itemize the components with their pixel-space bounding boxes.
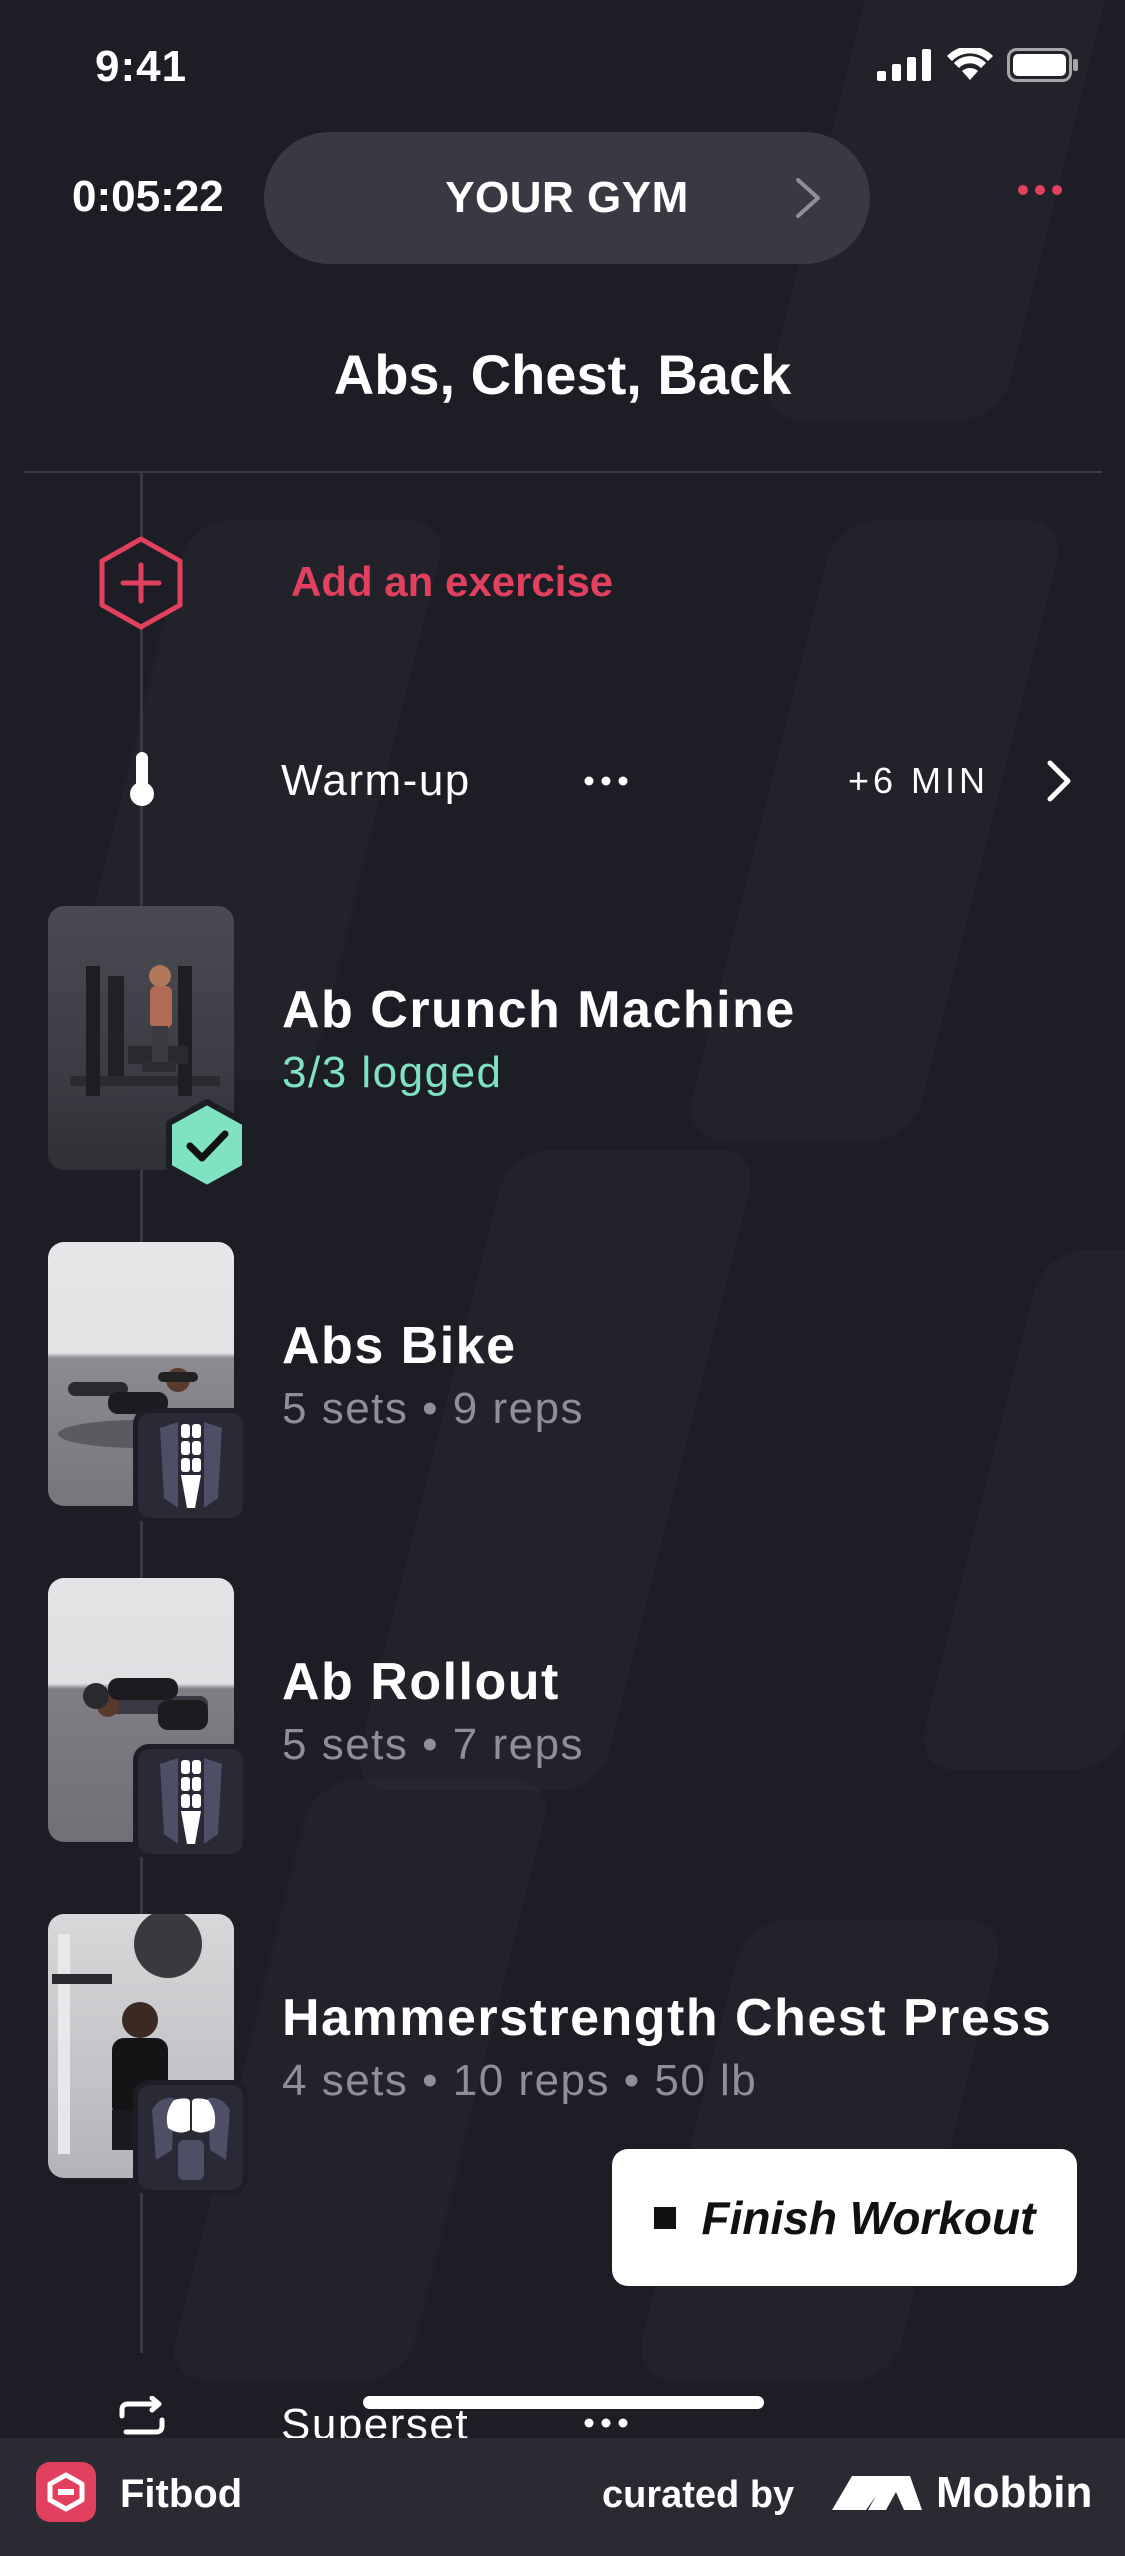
superset-repeat-icon bbox=[119, 2396, 165, 2435]
warmup-label[interactable]: Warm-up bbox=[281, 756, 471, 806]
battery-icon bbox=[1007, 48, 1078, 82]
chevron-right-icon[interactable] bbox=[1045, 758, 1073, 804]
add-exercise-button[interactable]: Add an exercise bbox=[291, 558, 613, 606]
warmup-duration: +6 MIN bbox=[847, 760, 989, 801]
wifi-icon bbox=[947, 48, 993, 80]
workout-timer: 0:05:22 bbox=[72, 172, 224, 221]
header-divider bbox=[24, 471, 1102, 473]
gym-selector-button[interactable]: YOUR GYM bbox=[264, 132, 870, 264]
exercise-name[interactable]: Ab Rollout bbox=[282, 1652, 560, 1712]
finish-workout-label: Finish Workout bbox=[701, 2191, 1036, 2244]
abs-muscle-icon bbox=[159, 1421, 222, 1508]
muscle-badge bbox=[133, 2080, 248, 2195]
home-indicator bbox=[363, 2396, 764, 2409]
muscle-badge bbox=[133, 1744, 248, 1859]
mobbin-logo-icon bbox=[832, 2476, 922, 2510]
muscle-badge bbox=[133, 1408, 248, 1523]
footer-app-name: Fitbod bbox=[120, 2472, 243, 2516]
footer-brand: Mobbin bbox=[936, 2468, 1093, 2517]
abs-muscle-icon bbox=[159, 1757, 222, 1844]
exercise-detail: 5 sets • 9 reps bbox=[282, 1384, 585, 1433]
exercise-detail: 3/3 logged bbox=[282, 1048, 503, 1097]
exercise-name[interactable]: Ab Crunch Machine bbox=[282, 980, 796, 1040]
exercise-detail: 4 sets • 10 reps • 50 lb bbox=[282, 2056, 758, 2105]
completed-check-icon bbox=[166, 1099, 248, 1191]
status-time: 9:41 bbox=[95, 42, 188, 91]
thermometer-icon bbox=[130, 752, 154, 806]
chevron-right-icon bbox=[796, 178, 820, 218]
add-hexagon-icon[interactable] bbox=[98, 535, 184, 631]
footer-curated-by: curated by bbox=[602, 2474, 795, 2516]
gym-label: YOUR GYM bbox=[445, 173, 689, 222]
chest-muscle-icon bbox=[151, 2097, 230, 2180]
fitbod-logo-icon bbox=[36, 2462, 96, 2522]
page-title: Abs, Chest, Back bbox=[333, 343, 792, 406]
superset-more-icon[interactable] bbox=[584, 2418, 628, 2428]
exercise-detail: 5 sets • 7 reps bbox=[282, 1720, 585, 1769]
signal-icon bbox=[877, 49, 931, 81]
exercise-name[interactable]: Hammerstrength Chest Press bbox=[282, 1988, 1052, 2048]
status-icons bbox=[877, 48, 1079, 82]
attribution-footer: Fitbod curated by Mobbin bbox=[0, 2438, 1125, 2556]
finish-workout-button[interactable]: Finish Workout bbox=[612, 2149, 1077, 2286]
exercise-name[interactable]: Abs Bike bbox=[282, 1316, 517, 1376]
more-options-icon[interactable] bbox=[1017, 184, 1063, 196]
warmup-more-icon[interactable] bbox=[584, 776, 628, 786]
stop-icon bbox=[653, 2206, 676, 2229]
